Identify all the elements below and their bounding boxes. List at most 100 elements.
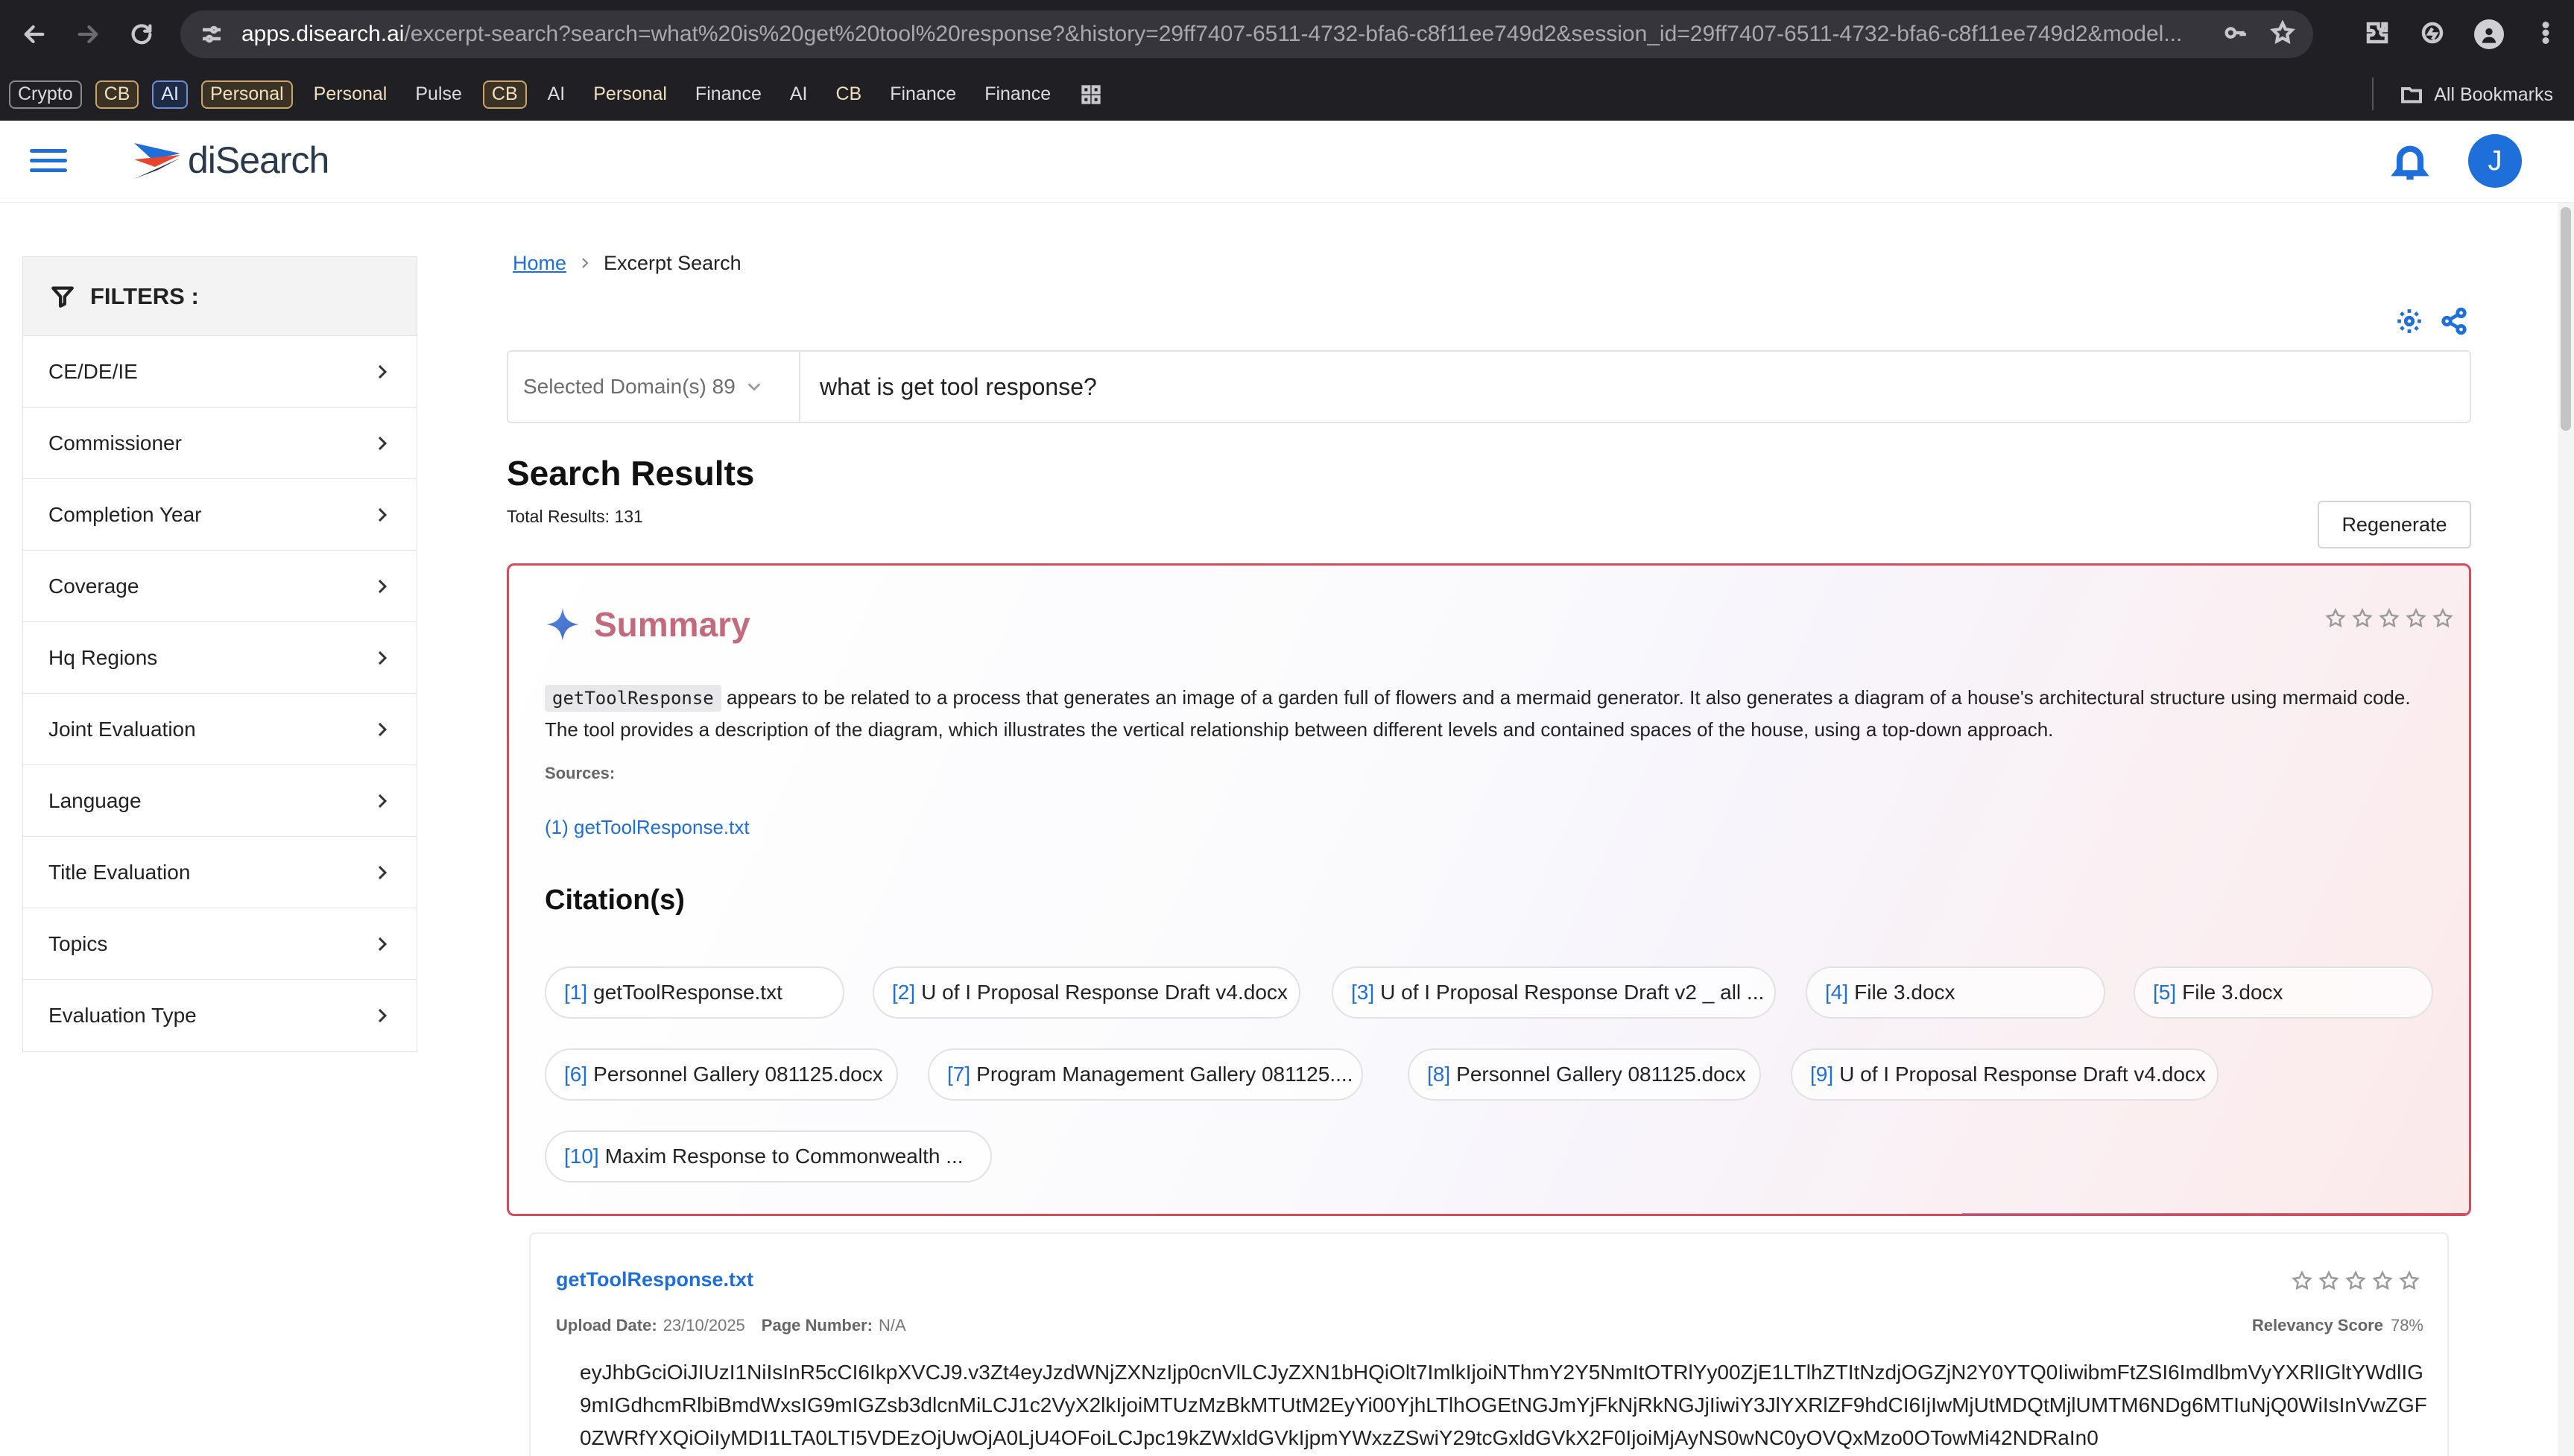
result-excerpt: eyJhbGciOiJIUzI1NiIsInR5cCI6IkpXVCJ9.v3Z…	[580, 1361, 2427, 1449]
filter-ce-de-ie[interactable]: CE/DE/IE	[23, 336, 417, 408]
citation-chip[interactable]: [10] Maxim Response to Commonwealth ...	[545, 1130, 992, 1183]
star-icon[interactable]	[2269, 19, 2296, 49]
bookmark-finance-2[interactable]: Finance	[882, 80, 964, 109]
star-outline-icon[interactable]	[2291, 1270, 2313, 1292]
filter-label: Topics	[48, 931, 108, 955]
total-results: Total Results: 131	[507, 507, 643, 526]
chevron-right-icon	[578, 252, 592, 275]
citation-chip[interactable]: [3] U of I Proposal Response Draft v2 _ a…	[1332, 966, 1776, 1019]
breadcrumb-home-link[interactable]: Home	[513, 252, 566, 275]
regenerate-button[interactable]: Regenerate	[2318, 501, 2471, 548]
star-outline-icon[interactable]	[2378, 607, 2400, 630]
bookmark-ai[interactable]: AI	[152, 80, 188, 109]
summary-card: Summary getToolResponse appears to be re…	[507, 563, 2471, 1216]
filter-coverage[interactable]: Coverage	[23, 551, 417, 622]
star-outline-icon[interactable]	[2324, 607, 2347, 630]
key-icon[interactable]	[2222, 20, 2248, 49]
app-header: diSearch	[0, 121, 2574, 203]
gear-icon[interactable]	[2395, 307, 2423, 339]
avatar[interactable]: J	[2468, 134, 2522, 188]
citation-number: [7]	[947, 1063, 971, 1086]
citation-chip[interactable]: [1] getToolResponse.txt	[545, 966, 844, 1019]
bookmarks-bar: Crypto CB AI Personal Personal Pulse CB …	[0, 69, 2574, 121]
star-outline-icon[interactable]	[2318, 1270, 2340, 1292]
summary-text: getToolResponse appears to be related to…	[545, 682, 2438, 745]
profile-icon[interactable]	[2474, 19, 2504, 49]
upload-date-label: Upload Date:	[556, 1316, 657, 1335]
result-rating[interactable]	[2291, 1270, 2420, 1292]
bookmark-personal-2[interactable]: Personal	[306, 80, 395, 109]
disearch-logo-icon	[134, 143, 180, 179]
citation-chip[interactable]: [7] Program Management Gallery 081125....	[928, 1048, 1363, 1101]
extensions-icon[interactable]	[2364, 19, 2391, 50]
upload-date: Upload Date: 23/10/2025	[556, 1316, 745, 1335]
citation-chip[interactable]: [9] U of I Proposal Response Draft v4.doc…	[1791, 1048, 2219, 1101]
chevron-right-icon	[378, 865, 388, 879]
code-term: getToolResponse	[545, 685, 721, 712]
bookmark-finance-3[interactable]: Finance	[977, 80, 1058, 109]
filters-header: FILTERS :	[23, 257, 417, 336]
apps-grid-icon[interactable]	[1076, 80, 1106, 110]
bookmark-cb-3[interactable]: CB	[829, 80, 870, 109]
citation-chip[interactable]: [4] File 3.docx	[1806, 966, 2105, 1019]
star-outline-icon[interactable]	[2398, 1270, 2420, 1292]
citation-chip[interactable]: [6] Personnel Gallery 081125.docx	[545, 1048, 898, 1101]
domain-selector[interactable]: Selected Domain(s) 89	[508, 352, 800, 422]
bookmark-cb-2[interactable]: CB	[482, 80, 527, 109]
filter-commissioner[interactable]: Commissioner	[23, 408, 417, 479]
star-outline-icon[interactable]	[2344, 1270, 2367, 1292]
page-number-value: N/A	[878, 1316, 906, 1335]
url-text[interactable]: apps.disearch.ai/excerpt-search?search=w…	[241, 22, 2204, 47]
bookmark-personal[interactable]: Personal	[201, 80, 293, 109]
citation-chip[interactable]: [5] File 3.docx	[2134, 966, 2433, 1019]
browser-toolbar: apps.disearch.ai/excerpt-search?search=w…	[0, 0, 2574, 69]
summary-rating[interactable]	[2324, 607, 2454, 630]
bookmark-pulse[interactable]: Pulse	[408, 80, 469, 109]
result-title-link[interactable]: getToolResponse.txt	[556, 1268, 753, 1291]
filter-title-evaluation[interactable]: Title Evaluation	[23, 837, 417, 908]
bookmark-ai-2[interactable]: AI	[540, 80, 573, 109]
back-button[interactable]	[7, 7, 61, 61]
share-icon[interactable]	[2440, 307, 2468, 339]
filter-completion-year[interactable]: Completion Year	[23, 479, 417, 551]
bookmark-ai-3[interactable]: AI	[782, 80, 815, 109]
chevron-right-icon	[378, 507, 388, 522]
filter-label: Commissioner	[48, 431, 182, 455]
filter-hq-regions[interactable]: Hq Regions	[23, 622, 417, 694]
citation-chip[interactable]: [8] Personnel Gallery 081125.docx	[1408, 1048, 1761, 1101]
more-menu-icon[interactable]	[2532, 19, 2559, 50]
scrollbar-thumb[interactable]	[2561, 207, 2571, 431]
address-bar[interactable]: apps.disearch.ai/excerpt-search?search=w…	[180, 10, 2313, 58]
logo[interactable]: diSearch	[133, 137, 329, 183]
citation-number: [9]	[1810, 1063, 1834, 1086]
site-settings-icon[interactable]	[198, 21, 225, 48]
star-outline-icon[interactable]	[2405, 607, 2427, 630]
bell-icon[interactable]	[2389, 140, 2431, 182]
page-scrollbar[interactable]	[2558, 203, 2574, 1456]
filters-title: FILTERS :	[90, 282, 199, 309]
performance-icon[interactable]	[2419, 19, 2446, 50]
all-bookmarks-label: All Bookmarks	[2434, 83, 2553, 105]
source-link[interactable]: (1) getToolResponse.txt	[545, 816, 750, 839]
filter-joint-evaluation[interactable]: Joint Evaluation	[23, 694, 417, 765]
all-bookmarks[interactable]: All Bookmarks	[2400, 69, 2553, 121]
menu-icon[interactable]	[30, 143, 67, 180]
filter-topics[interactable]: Topics	[23, 908, 417, 980]
citation-chip[interactable]: [2] U of I Proposal Response Draft v4.doc…	[873, 966, 1300, 1019]
forward-button[interactable]	[61, 7, 115, 61]
bookmark-crypto[interactable]: Crypto	[9, 80, 82, 109]
star-outline-icon[interactable]	[2371, 1270, 2394, 1292]
citation-label: U of I Proposal Response Draft v2 _ all …	[1380, 981, 1765, 1004]
chevron-right-icon	[378, 651, 388, 665]
reload-button[interactable]	[115, 7, 168, 61]
summary-title: Summary	[594, 605, 750, 644]
filter-evaluation-type[interactable]: Evaluation Type	[23, 980, 417, 1051]
bookmark-personal-3[interactable]: Personal	[586, 80, 674, 109]
search-input[interactable]	[800, 373, 2470, 401]
star-outline-icon[interactable]	[2432, 607, 2454, 630]
bookmark-cb[interactable]: CB	[95, 80, 139, 109]
bookmark-finance[interactable]: Finance	[688, 80, 769, 109]
filter-label: Coverage	[48, 574, 139, 598]
filter-language[interactable]: Language	[23, 765, 417, 837]
star-outline-icon[interactable]	[2351, 607, 2374, 630]
